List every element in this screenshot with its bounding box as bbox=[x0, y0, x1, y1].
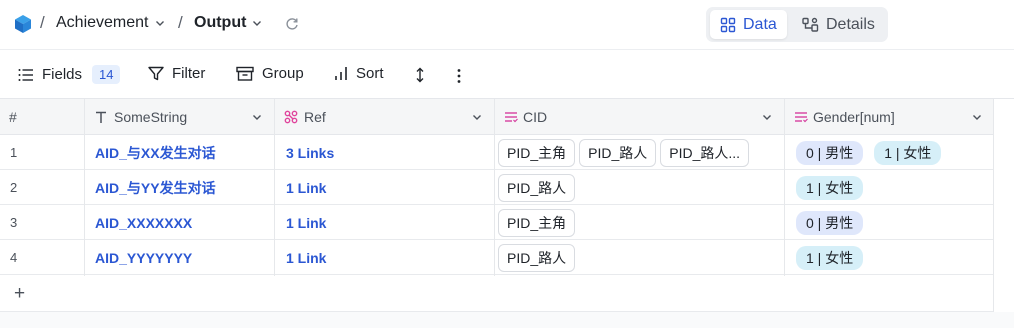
cid-chip: PID_主角 bbox=[498, 138, 576, 167]
column-header-label: # bbox=[9, 109, 17, 125]
breadcrumb-separator: / bbox=[40, 13, 45, 32]
gender-cell[interactable]: 1 | 女性 bbox=[796, 170, 874, 205]
somestring-cell[interactable]: AID_YYYYYYY bbox=[95, 250, 192, 266]
row-number: 4 bbox=[10, 250, 18, 265]
cid-chip: PID_路人... bbox=[660, 138, 750, 167]
gender-pill-female: 1 | 女性 bbox=[874, 140, 942, 165]
column-divider bbox=[784, 99, 785, 276]
breadcrumb-separator: / bbox=[178, 13, 183, 32]
table-row[interactable]: 1 AID_与XX发生对话 3 Links PID_主角 PID_路人 PID_… bbox=[0, 135, 994, 170]
gender-pill-female: 1 | 女性 bbox=[796, 175, 864, 200]
ref-links-cell[interactable]: 1 Link bbox=[286, 180, 326, 196]
refresh-icon[interactable] bbox=[284, 16, 300, 32]
multi-select-icon bbox=[795, 112, 808, 123]
sort-button[interactable]: Sort bbox=[334, 65, 384, 82]
breadcrumb-current[interactable]: Output bbox=[194, 14, 262, 32]
table-row[interactable]: 2 AID_与YY发生对话 1 Link PID_路人 1 | 女性 bbox=[0, 170, 994, 205]
cid-chip: PID_路人 bbox=[498, 243, 576, 272]
cid-cell[interactable]: PID_主角 PID_路人 PID_路人... bbox=[498, 135, 753, 170]
chevron-down-icon[interactable] bbox=[472, 112, 482, 122]
grid-footer bbox=[0, 312, 1014, 328]
column-header-label: Ref bbox=[304, 109, 326, 125]
row-number: 2 bbox=[10, 180, 18, 195]
breadcrumb-project[interactable]: Achievement bbox=[56, 14, 165, 32]
more-options-icon[interactable] bbox=[456, 68, 462, 84]
add-row-button[interactable]: + bbox=[14, 283, 25, 305]
table-row[interactable]: 3 AID_XXXXXXX 1 Link PID_主角 0 | 男性 bbox=[0, 205, 994, 240]
details-view-button[interactable]: Details bbox=[792, 10, 885, 39]
group-button[interactable]: Group bbox=[236, 65, 304, 82]
column-header-ref[interactable]: Ref bbox=[274, 99, 494, 135]
gender-pill-male: 0 | 男性 bbox=[796, 140, 864, 165]
cid-chip: PID_路人 bbox=[498, 173, 576, 202]
column-header-label: CID bbox=[523, 109, 548, 125]
data-view-label: Data bbox=[743, 15, 777, 33]
grid-icon bbox=[720, 17, 736, 32]
column-divider bbox=[274, 99, 275, 276]
gender-cell[interactable]: 1 | 女性 bbox=[796, 240, 874, 275]
group-icon bbox=[236, 66, 254, 81]
view-switch: Data Details bbox=[706, 7, 888, 42]
cid-cell[interactable]: PID_路人 bbox=[498, 170, 579, 205]
gender-pill-female: 1 | 女性 bbox=[796, 245, 864, 270]
chevron-down-icon[interactable] bbox=[762, 112, 772, 122]
toolbar: Fields 14 Filter Group Sort bbox=[0, 51, 1014, 99]
somestring-cell[interactable]: AID_XXXXXXX bbox=[95, 215, 192, 231]
column-divider bbox=[84, 99, 85, 276]
column-header-gender[interactable]: Gender[num] bbox=[784, 99, 994, 135]
app-header: / Achievement / Output Data Details bbox=[0, 0, 1014, 50]
row-height-icon[interactable] bbox=[414, 67, 426, 83]
gender-cell[interactable]: 0 | 男性 1 | 女性 bbox=[796, 135, 952, 170]
column-header-cid[interactable]: CID bbox=[494, 99, 784, 135]
filter-label: Filter bbox=[172, 65, 206, 82]
cube-logo-icon[interactable] bbox=[14, 14, 32, 34]
list-icon bbox=[18, 68, 33, 81]
multi-select-icon bbox=[505, 112, 518, 123]
breadcrumb-current-label: Output bbox=[194, 14, 247, 31]
filter-icon bbox=[148, 66, 164, 81]
fields-count-badge: 14 bbox=[92, 65, 121, 84]
somestring-cell[interactable]: AID_与XX发生对话 bbox=[95, 143, 216, 163]
diagram-icon bbox=[802, 17, 819, 32]
ref-links-cell[interactable]: 1 Link bbox=[286, 250, 326, 266]
cid-cell[interactable]: PID_主角 bbox=[498, 205, 579, 240]
row-number: 3 bbox=[10, 215, 18, 230]
column-divider bbox=[494, 99, 495, 276]
chevron-down-icon bbox=[155, 21, 164, 26]
table-row[interactable]: 4 AID_YYYYYYY 1 Link PID_路人 1 | 女性 bbox=[0, 240, 994, 275]
grid-header: # SomeString Ref CID Gender[num] bbox=[0, 99, 994, 135]
chevron-down-icon[interactable] bbox=[252, 112, 262, 122]
somestring-cell[interactable]: AID_与YY发生对话 bbox=[95, 178, 216, 198]
fields-button[interactable]: Fields 14 bbox=[18, 65, 121, 84]
grid-right-border bbox=[993, 99, 994, 313]
link-type-icon bbox=[284, 110, 298, 124]
add-row[interactable]: + bbox=[0, 276, 994, 312]
sort-bars-icon bbox=[335, 67, 347, 80]
data-view-button[interactable]: Data bbox=[710, 10, 787, 39]
filter-button[interactable]: Filter bbox=[148, 65, 205, 82]
column-header-label: SomeString bbox=[114, 109, 188, 125]
gender-pill-male: 0 | 男性 bbox=[796, 210, 864, 235]
chevron-down-icon bbox=[253, 21, 262, 26]
gender-cell[interactable]: 0 | 男性 bbox=[796, 205, 874, 240]
column-header-rownum: # bbox=[0, 99, 84, 135]
sort-label: Sort bbox=[356, 65, 384, 82]
cid-chip: PID_路人 bbox=[579, 138, 657, 167]
ref-links-cell[interactable]: 1 Link bbox=[286, 215, 326, 231]
cid-cell[interactable]: PID_路人 bbox=[498, 240, 579, 275]
breadcrumb-project-label: Achievement bbox=[56, 14, 149, 31]
cid-chip: PID_主角 bbox=[498, 208, 576, 237]
fields-label: Fields bbox=[42, 66, 83, 83]
text-type-icon bbox=[96, 111, 106, 123]
details-view-label: Details bbox=[826, 15, 875, 33]
column-header-label: Gender[num] bbox=[813, 109, 895, 125]
chevron-down-icon[interactable] bbox=[972, 112, 982, 122]
group-label: Group bbox=[262, 65, 304, 82]
row-number: 1 bbox=[10, 145, 18, 160]
ref-links-cell[interactable]: 3 Links bbox=[286, 145, 334, 161]
column-header-somestring[interactable]: SomeString bbox=[84, 99, 274, 135]
